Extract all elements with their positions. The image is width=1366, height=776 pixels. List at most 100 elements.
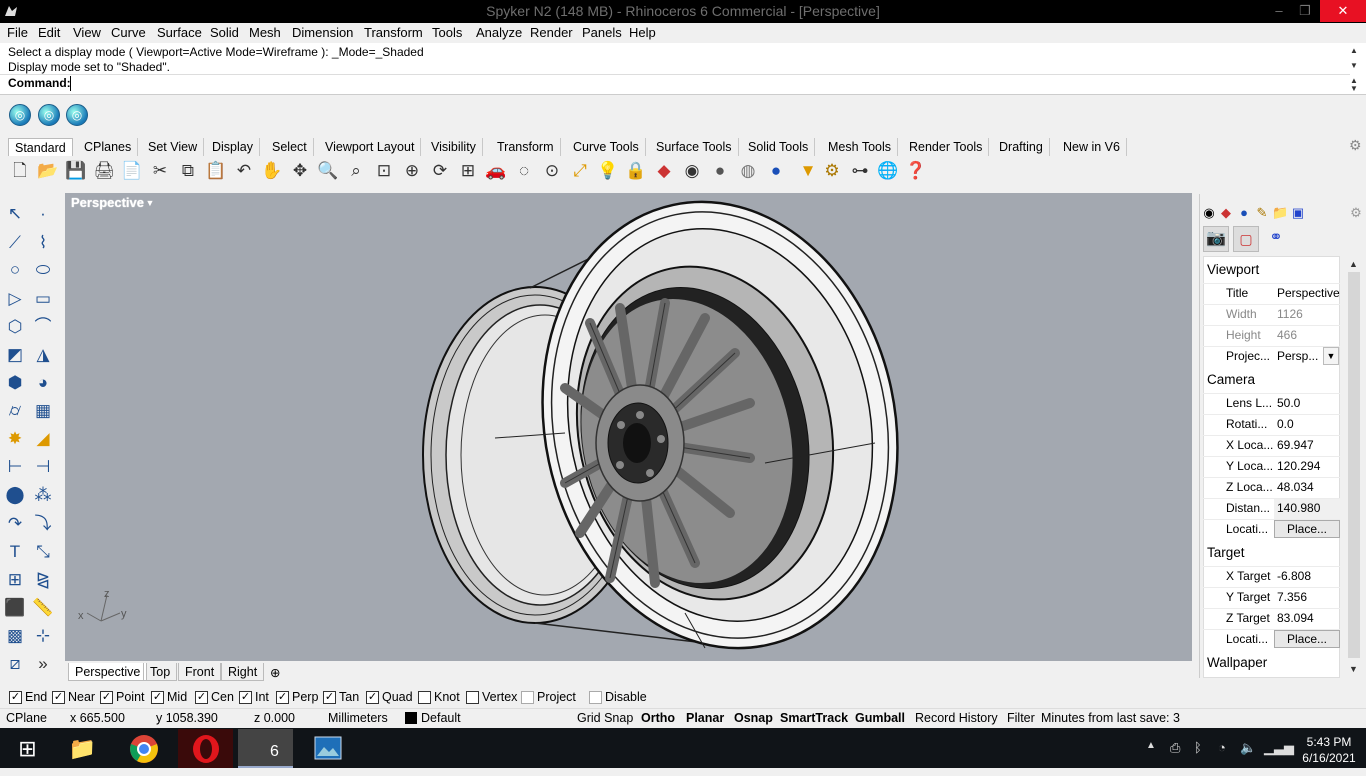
more-tools-icon[interactable]: »	[31, 652, 55, 676]
chevron-down-icon[interactable]: ▼	[144, 195, 156, 211]
chrome-icon[interactable]	[116, 729, 171, 768]
menu-edit[interactable]: Edit	[38, 25, 60, 40]
light-icon[interactable]: 💡	[597, 160, 619, 182]
filter-toggle[interactable]: Filter	[1007, 711, 1035, 725]
perspective-viewport[interactable]: z x y	[65, 193, 1192, 661]
copy-icon[interactable]: ⧉	[177, 160, 199, 182]
pan-icon[interactable]: ✋	[261, 160, 283, 182]
open-icon[interactable]: 📂	[37, 160, 59, 182]
select-arrow-icon[interactable]: ↖	[3, 202, 27, 226]
x-location-field[interactable]: 69.947	[1277, 438, 1314, 452]
current-layer[interactable]: Default	[421, 711, 461, 725]
menu-mesh[interactable]: Mesh	[249, 25, 281, 40]
lens-length-field[interactable]: 50.0	[1277, 396, 1300, 410]
windows-start-icon[interactable]: ⊞	[0, 729, 55, 768]
close-button[interactable]: ✕	[1320, 0, 1366, 22]
rotate-icon[interactable]: ✥	[289, 160, 311, 182]
viewport-tab-right[interactable]: Right	[221, 663, 265, 681]
tab-surface-tools[interactable]: Surface Tools	[650, 138, 739, 156]
osnap-disable-checkbox[interactable]	[589, 691, 602, 704]
extrude-icon[interactable]: ◮	[31, 343, 55, 367]
point-icon[interactable]: ·	[31, 202, 55, 226]
menu-dimension[interactable]: Dimension	[292, 25, 353, 40]
opera-icon[interactable]	[178, 729, 233, 768]
new-icon[interactable]: 🗋	[9, 160, 31, 182]
arc-icon[interactable]: ▷	[3, 287, 27, 311]
mesh-icon[interactable]: ▦	[31, 399, 55, 423]
z-target-field[interactable]: 83.094	[1277, 611, 1314, 625]
curve-icon[interactable]: ⌇	[31, 231, 55, 255]
folder-icon[interactable]: 📁	[1272, 205, 1288, 221]
system-clock[interactable]: 5:43 PM 6/16/2021	[1296, 734, 1362, 766]
grid-snap-toggle[interactable]: Grid Snap	[577, 711, 633, 725]
material-icon[interactable]: ●	[1236, 205, 1252, 221]
tab-solid-tools[interactable]: Solid Tools	[742, 138, 816, 156]
viewport-tab-front[interactable]: Front	[178, 663, 222, 681]
fillet-curve-icon[interactable]: ⌒	[31, 315, 55, 339]
menu-help[interactable]: Help	[629, 25, 656, 40]
zoom-extents-icon[interactable]: ⊡	[373, 160, 395, 182]
cylinder-icon[interactable]: ⌭	[3, 399, 27, 423]
record-history-toggle[interactable]: Record History	[915, 711, 998, 725]
surface-icon[interactable]: ◩	[3, 343, 27, 367]
prop-value-title[interactable]: Perspective	[1277, 286, 1340, 300]
smarttrack-toggle[interactable]: SmartTrack	[780, 711, 848, 725]
render-settings-icon[interactable]: ◎	[66, 104, 88, 126]
box-icon[interactable]: ⬢	[3, 371, 27, 395]
menu-transform[interactable]: Transform	[364, 25, 423, 40]
boolean-split-icon[interactable]: ⁂	[31, 483, 55, 507]
tab-new-in-v6[interactable]: New in V6	[1057, 138, 1127, 156]
gumball-toggle[interactable]: Gumball	[855, 711, 905, 725]
minimize-button[interactable]: –	[1266, 0, 1292, 22]
photos-icon[interactable]	[300, 729, 355, 768]
rendered-ball-icon[interactable]: ●	[765, 160, 787, 182]
help-icon[interactable]: ❓	[905, 160, 927, 182]
mirror-icon[interactable]: ⧎	[31, 568, 55, 592]
viewport-title[interactable]: Perspective	[67, 194, 144, 212]
tab-set-view[interactable]: Set View	[142, 138, 205, 156]
display-icon[interactable]: ▣	[1290, 205, 1306, 221]
tab-transform[interactable]: Transform	[491, 138, 561, 156]
four-view-icon[interactable]: ⊞	[457, 160, 479, 182]
osnap-tan-checkbox[interactable]: ✓	[323, 691, 336, 704]
chevron-down-icon[interactable]: ▼	[1323, 347, 1339, 365]
osnap-toggle[interactable]: Osnap	[734, 711, 773, 725]
rotation-field[interactable]: 0.0	[1277, 417, 1294, 431]
cplane-indicator[interactable]: CPlane	[6, 711, 47, 725]
ellipse-icon[interactable]: ⬭	[31, 258, 55, 282]
highlight-icon[interactable]: ▼	[797, 160, 819, 182]
menu-analyze[interactable]: Analyze	[476, 25, 522, 40]
grid-array-icon[interactable]: ▩	[3, 624, 27, 648]
color-wheel-icon[interactable]: ◉	[1201, 205, 1217, 221]
undo-icon[interactable]: ↶	[233, 160, 255, 182]
target-place-button[interactable]: Place...	[1274, 630, 1340, 648]
menu-solid[interactable]: Solid	[210, 25, 239, 40]
scrollbar-thumb[interactable]	[1348, 272, 1360, 658]
bluetooth-icon[interactable]: ᛒ	[1194, 740, 1202, 755]
scroll-up-icon[interactable]: ▲	[1350, 46, 1358, 55]
split-icon[interactable]: ⊢	[3, 455, 27, 479]
car-icon[interactable]: 🚗	[485, 160, 507, 182]
tab-standard[interactable]: Standard	[8, 138, 73, 156]
osnap-perp-checkbox[interactable]: ✓	[276, 691, 289, 704]
maximize-button[interactable]: ❐	[1292, 0, 1318, 22]
volume-icon[interactable]: 🔈	[1240, 740, 1256, 756]
blend-curve-icon[interactable]: ⤵	[31, 512, 55, 536]
tab-curve-tools[interactable]: Curve Tools	[567, 138, 646, 156]
polygon-icon[interactable]: ⬡	[3, 315, 27, 339]
snap-icon[interactable]: ⊶	[849, 160, 871, 182]
tab-viewport-layout[interactable]: Viewport Layout	[319, 138, 422, 156]
gear-icon[interactable]: ⚙	[1348, 205, 1364, 221]
import-icon[interactable]: 📄	[121, 160, 143, 182]
measure-icon[interactable]: 📏	[31, 596, 55, 620]
gumball-align-icon[interactable]: ⊹	[31, 624, 55, 648]
scroll-down-icon[interactable]: ▼	[1349, 664, 1358, 674]
render-preview-icon[interactable]: ◎	[38, 104, 60, 126]
menu-file[interactable]: File	[7, 25, 28, 40]
planar-toggle[interactable]: Planar	[686, 711, 724, 725]
analyze-icon[interactable]: ⧄	[3, 652, 27, 676]
viewport-tab-perspective[interactable]: Perspective	[68, 663, 148, 681]
color-wheel-icon[interactable]: ◉	[681, 160, 703, 182]
scroll-up-icon[interactable]: ▲	[1349, 259, 1358, 269]
hide-icon[interactable]: ◌	[513, 160, 535, 182]
